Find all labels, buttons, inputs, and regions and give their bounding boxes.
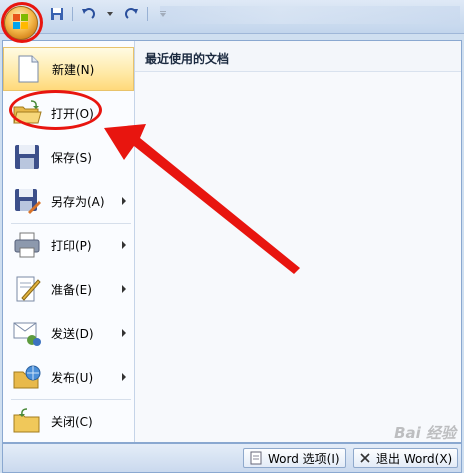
menu-item-new[interactable]: 新建(N)	[3, 47, 134, 91]
save-as-icon	[15, 189, 41, 214]
office-button-annotation-circle	[1, 2, 43, 43]
new-document-icon	[18, 55, 39, 83]
menu-item-label: 发送(D)	[51, 326, 94, 341]
menu-item-label: 打印(P)	[51, 238, 92, 253]
menu-footer: Word 选项(I) 退出 Word(X)	[2, 443, 462, 473]
word-options-button[interactable]: Word 选项(I)	[243, 448, 346, 468]
save-quick-button[interactable]	[48, 5, 66, 23]
word-options-label: Word 选项(I)	[268, 451, 340, 466]
submenu-arrow-icon	[122, 241, 126, 249]
quick-access-toolbar	[48, 4, 172, 24]
menu-item-print[interactable]: 打印(P)	[3, 223, 134, 267]
recent-documents-panel: 最近使用的文档	[135, 41, 461, 442]
save-icon	[51, 8, 63, 20]
menu-item-label: 另存为(A)	[51, 194, 105, 209]
redo-button[interactable]	[123, 5, 141, 23]
exit-word-button[interactable]: 退出 Word(X)	[353, 448, 459, 468]
undo-dropdown-button[interactable]	[101, 5, 119, 23]
menu-item-prepare[interactable]: 准备(E)	[3, 267, 134, 311]
prepare-icon	[16, 276, 41, 302]
menu-item-label: 新建(N)	[52, 62, 95, 77]
submenu-arrow-icon	[122, 197, 126, 205]
undo-icon	[82, 8, 95, 19]
menu-item-publish[interactable]: 发布(U)	[3, 355, 134, 399]
close-icon	[360, 453, 370, 463]
submenu-arrow-icon	[122, 285, 126, 293]
window-title-area	[160, 6, 460, 24]
menu-item-send[interactable]: 发送(D)	[3, 311, 134, 355]
recent-documents-title: 最近使用的文档	[145, 52, 230, 66]
undo-button[interactable]	[79, 5, 97, 23]
menu-item-label: 发布(U)	[51, 370, 94, 385]
menu-item-label: 准备(E)	[51, 282, 92, 297]
menu-item-save[interactable]: 保存(S)	[3, 135, 134, 179]
separator	[72, 7, 73, 21]
menu-item-save-as[interactable]: 另存为(A)	[3, 179, 134, 223]
close-folder-icon	[13, 408, 40, 433]
menu-item-label: 关闭(C)	[51, 414, 93, 429]
separator	[147, 7, 148, 21]
publish-icon	[13, 365, 41, 389]
recent-documents-header: 最近使用的文档	[135, 41, 461, 72]
title-bar	[0, 0, 464, 34]
watermark: Bai 经验	[394, 424, 456, 442]
chevron-down-icon	[107, 12, 113, 16]
exit-word-label: 退出 Word(X)	[376, 451, 453, 466]
menu-item-label: 保存(S)	[51, 150, 92, 165]
submenu-arrow-icon	[122, 329, 126, 337]
save-floppy-icon	[15, 145, 39, 169]
send-icon	[13, 322, 41, 346]
open-item-annotation-circle	[9, 90, 102, 130]
redo-icon	[125, 8, 138, 19]
printer-icon	[14, 232, 40, 258]
options-document-icon	[250, 451, 262, 465]
menu-item-close[interactable]: 关闭(C)	[3, 399, 134, 443]
submenu-arrow-icon	[122, 373, 126, 381]
